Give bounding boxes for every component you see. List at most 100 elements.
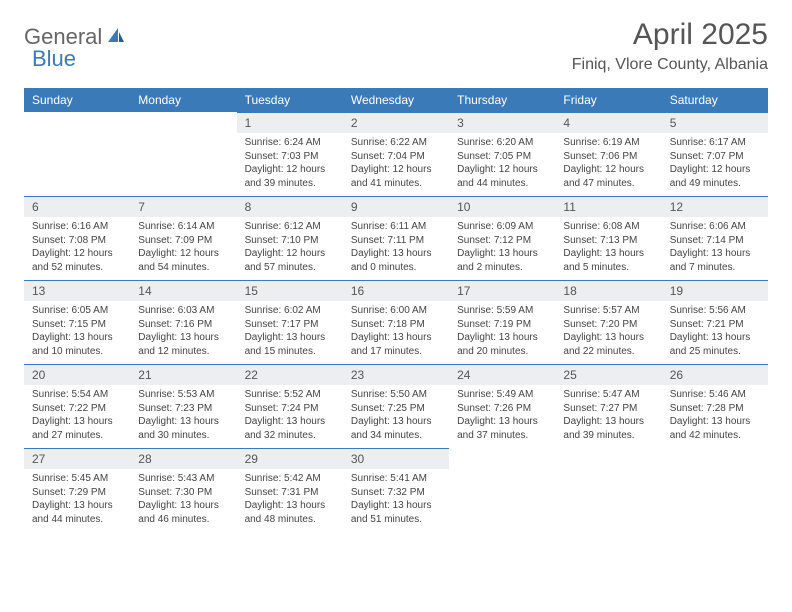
day-details (24, 119, 130, 128)
sunrise-text: Sunrise: 5:41 AM (351, 472, 441, 486)
sunset-text: Sunset: 7:22 PM (32, 402, 122, 416)
day-details: Sunrise: 5:41 AMSunset: 7:32 PMDaylight:… (343, 469, 449, 532)
day-number: 30 (343, 448, 449, 469)
calendar-cell: 11Sunrise: 6:08 AMSunset: 7:13 PMDayligh… (555, 196, 661, 280)
sunrise-text: Sunrise: 6:02 AM (245, 304, 335, 318)
calendar-cell: 29Sunrise: 5:42 AMSunset: 7:31 PMDayligh… (237, 448, 343, 532)
calendar-cell: 3Sunrise: 6:20 AMSunset: 7:05 PMDaylight… (449, 112, 555, 196)
sunset-text: Sunset: 7:06 PM (563, 150, 653, 164)
calendar-cell: 10Sunrise: 6:09 AMSunset: 7:12 PMDayligh… (449, 196, 555, 280)
header: General April 2025 Finiq, Vlore County, … (24, 18, 768, 74)
sunrise-text: Sunrise: 6:05 AM (32, 304, 122, 318)
sunrise-text: Sunrise: 6:08 AM (563, 220, 653, 234)
sunrise-text: Sunrise: 5:50 AM (351, 388, 441, 402)
day-details: Sunrise: 5:45 AMSunset: 7:29 PMDaylight:… (24, 469, 130, 532)
sunrise-text: Sunrise: 5:49 AM (457, 388, 547, 402)
calendar-cell: 4Sunrise: 6:19 AMSunset: 7:06 PMDaylight… (555, 112, 661, 196)
day-number: 2 (343, 112, 449, 133)
calendar-cell: 12Sunrise: 6:06 AMSunset: 7:14 PMDayligh… (662, 196, 768, 280)
day-details: Sunrise: 6:06 AMSunset: 7:14 PMDaylight:… (662, 217, 768, 280)
daylight-text: Daylight: 13 hours and 30 minutes. (138, 415, 228, 442)
calendar-cell: 14Sunrise: 6:03 AMSunset: 7:16 PMDayligh… (130, 280, 236, 364)
day-number: 9 (343, 196, 449, 217)
calendar-cell: 20Sunrise: 5:54 AMSunset: 7:22 PMDayligh… (24, 364, 130, 448)
day-number: 19 (662, 280, 768, 301)
day-number: 3 (449, 112, 555, 133)
daylight-text: Daylight: 13 hours and 34 minutes. (351, 415, 441, 442)
sunrise-text: Sunrise: 6:12 AM (245, 220, 335, 234)
day-details: Sunrise: 5:46 AMSunset: 7:28 PMDaylight:… (662, 385, 768, 448)
day-number: 15 (237, 280, 343, 301)
calendar-cell: 1Sunrise: 6:24 AMSunset: 7:03 PMDaylight… (237, 112, 343, 196)
sunset-text: Sunset: 7:23 PM (138, 402, 228, 416)
sunset-text: Sunset: 7:05 PM (457, 150, 547, 164)
calendar-cell: 17Sunrise: 5:59 AMSunset: 7:19 PMDayligh… (449, 280, 555, 364)
daylight-text: Daylight: 13 hours and 37 minutes. (457, 415, 547, 442)
day-details: Sunrise: 5:57 AMSunset: 7:20 PMDaylight:… (555, 301, 661, 364)
day-details: Sunrise: 6:08 AMSunset: 7:13 PMDaylight:… (555, 217, 661, 280)
sunrise-text: Sunrise: 5:43 AM (138, 472, 228, 486)
day-number: 8 (237, 196, 343, 217)
calendar-header-row: SundayMondayTuesdayWednesdayThursdayFrid… (24, 88, 768, 112)
day-details: Sunrise: 6:11 AMSunset: 7:11 PMDaylight:… (343, 217, 449, 280)
sunset-text: Sunset: 7:17 PM (245, 318, 335, 332)
calendar-cell: 6Sunrise: 6:16 AMSunset: 7:08 PMDaylight… (24, 196, 130, 280)
daylight-text: Daylight: 13 hours and 20 minutes. (457, 331, 547, 358)
calendar-cell: 18Sunrise: 5:57 AMSunset: 7:20 PMDayligh… (555, 280, 661, 364)
calendar-cell: 7Sunrise: 6:14 AMSunset: 7:09 PMDaylight… (130, 196, 236, 280)
sunset-text: Sunset: 7:18 PM (351, 318, 441, 332)
sunrise-text: Sunrise: 5:46 AM (670, 388, 760, 402)
day-details: Sunrise: 5:56 AMSunset: 7:21 PMDaylight:… (662, 301, 768, 364)
daylight-text: Daylight: 12 hours and 49 minutes. (670, 163, 760, 190)
day-details: Sunrise: 6:09 AMSunset: 7:12 PMDaylight:… (449, 217, 555, 280)
calendar-cell: 2Sunrise: 6:22 AMSunset: 7:04 PMDaylight… (343, 112, 449, 196)
sunrise-text: Sunrise: 5:52 AM (245, 388, 335, 402)
calendar-cell: 8Sunrise: 6:12 AMSunset: 7:10 PMDaylight… (237, 196, 343, 280)
daylight-text: Daylight: 13 hours and 44 minutes. (32, 499, 122, 526)
daylight-text: Daylight: 13 hours and 0 minutes. (351, 247, 441, 274)
daylight-text: Daylight: 13 hours and 25 minutes. (670, 331, 760, 358)
sail-icon (106, 26, 126, 49)
daylight-text: Daylight: 12 hours and 39 minutes. (245, 163, 335, 190)
sunrise-text: Sunrise: 5:53 AM (138, 388, 228, 402)
daylight-text: Daylight: 12 hours and 47 minutes. (563, 163, 653, 190)
sunset-text: Sunset: 7:09 PM (138, 234, 228, 248)
day-details: Sunrise: 5:53 AMSunset: 7:23 PMDaylight:… (130, 385, 236, 448)
weekday-header: Monday (130, 88, 236, 112)
day-number: 1 (237, 112, 343, 133)
daylight-text: Daylight: 13 hours and 12 minutes. (138, 331, 228, 358)
calendar-cell: 23Sunrise: 5:50 AMSunset: 7:25 PMDayligh… (343, 364, 449, 448)
daylight-text: Daylight: 13 hours and 15 minutes. (245, 331, 335, 358)
sunset-text: Sunset: 7:04 PM (351, 150, 441, 164)
calendar-cell (555, 448, 661, 532)
sunrise-text: Sunrise: 6:14 AM (138, 220, 228, 234)
daylight-text: Daylight: 13 hours and 2 minutes. (457, 247, 547, 274)
day-number: 23 (343, 364, 449, 385)
calendar-cell (662, 448, 768, 532)
daylight-text: Daylight: 13 hours and 39 minutes. (563, 415, 653, 442)
day-number: 10 (449, 196, 555, 217)
day-details: Sunrise: 5:59 AMSunset: 7:19 PMDaylight:… (449, 301, 555, 364)
daylight-text: Daylight: 13 hours and 48 minutes. (245, 499, 335, 526)
day-number: 5 (662, 112, 768, 133)
title-block: April 2025 Finiq, Vlore County, Albania (572, 18, 768, 74)
day-details: Sunrise: 5:50 AMSunset: 7:25 PMDaylight:… (343, 385, 449, 448)
sunrise-text: Sunrise: 5:59 AM (457, 304, 547, 318)
daylight-text: Daylight: 13 hours and 7 minutes. (670, 247, 760, 274)
month-title: April 2025 (572, 18, 768, 52)
calendar-cell: 16Sunrise: 6:00 AMSunset: 7:18 PMDayligh… (343, 280, 449, 364)
day-details (662, 455, 768, 464)
sunrise-text: Sunrise: 5:56 AM (670, 304, 760, 318)
sunset-text: Sunset: 7:14 PM (670, 234, 760, 248)
sunrise-text: Sunrise: 5:54 AM (32, 388, 122, 402)
day-details: Sunrise: 5:42 AMSunset: 7:31 PMDaylight:… (237, 469, 343, 532)
daylight-text: Daylight: 12 hours and 54 minutes. (138, 247, 228, 274)
sunset-text: Sunset: 7:11 PM (351, 234, 441, 248)
sunrise-text: Sunrise: 6:22 AM (351, 136, 441, 150)
day-number: 26 (662, 364, 768, 385)
day-number: 21 (130, 364, 236, 385)
daylight-text: Daylight: 12 hours and 52 minutes. (32, 247, 122, 274)
sunrise-text: Sunrise: 6:24 AM (245, 136, 335, 150)
day-number: 27 (24, 448, 130, 469)
day-number: 24 (449, 364, 555, 385)
